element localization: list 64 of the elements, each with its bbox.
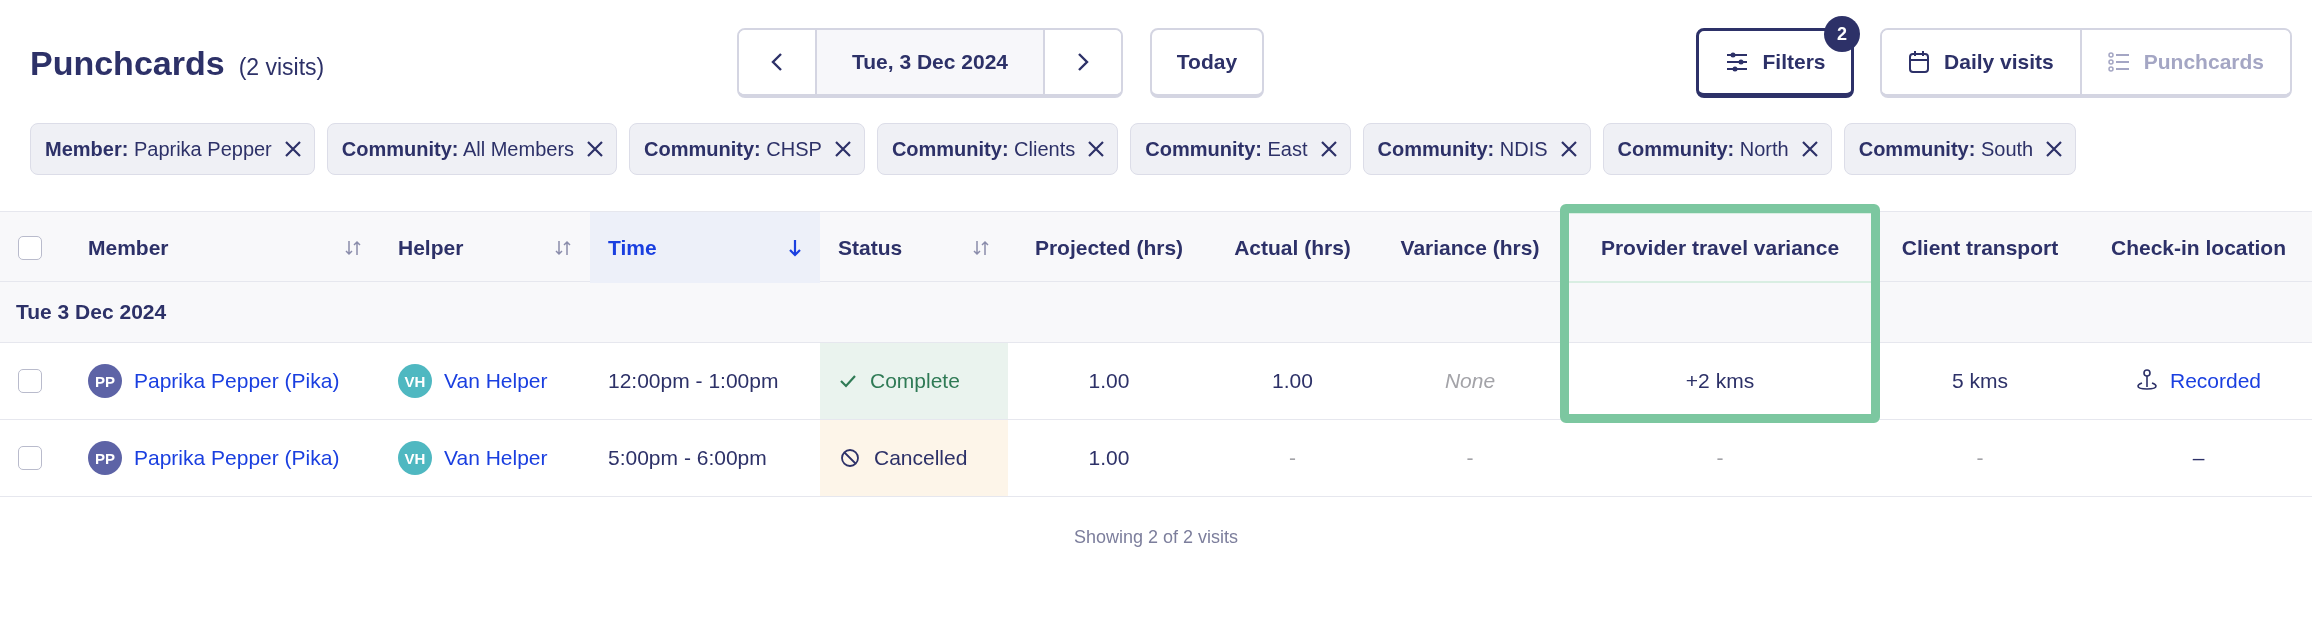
status-cell: Cancelled	[820, 420, 1008, 496]
chevron-right-icon	[1076, 51, 1090, 73]
cell-text: -	[1716, 446, 1724, 470]
sort-descending-icon[interactable]	[788, 237, 802, 258]
helper-link[interactable]: Van Helper	[444, 369, 548, 393]
avatar: PP	[88, 364, 122, 398]
page-title: Punchcards	[30, 43, 225, 83]
sort-icon[interactable]	[554, 238, 572, 257]
check-icon	[840, 374, 856, 388]
cell-text: 1.00	[1088, 369, 1130, 393]
column-header[interactable]: Actual (hrs)	[1234, 235, 1351, 260]
cell-text: 12:00pm - 1:00pm	[608, 369, 779, 393]
sort-icon[interactable]	[344, 238, 362, 257]
cell-text: +2 kms	[1685, 369, 1755, 393]
row-checkbox[interactable]	[18, 446, 42, 470]
column-header[interactable]: Helper	[398, 235, 464, 260]
select-all-checkbox[interactable]	[18, 235, 42, 260]
status-cell: Complete	[820, 343, 1008, 419]
current-date[interactable]: Tue, 3 Dec 2024	[815, 30, 1045, 94]
calendar-icon	[1908, 50, 1931, 74]
cell-text: 1.00	[1272, 369, 1313, 393]
column-header[interactable]: Variance (hrs)	[1400, 235, 1540, 260]
filter-count-badge: 2	[1824, 16, 1861, 52]
chip-label: Community: CHSP	[644, 137, 822, 161]
column-header[interactable]: Check-in location	[2111, 235, 2286, 260]
column-header[interactable]: Member	[88, 235, 169, 260]
cell-text: -	[1466, 446, 1474, 470]
column-header[interactable]: Projected (hrs)	[1034, 235, 1184, 260]
cell-text: -	[1289, 446, 1296, 470]
member-link[interactable]: Paprika Pepper (Pika)	[134, 369, 340, 393]
cell-text: -	[1976, 446, 1984, 470]
avatar: VH	[398, 441, 432, 475]
column-header[interactable]: Provider travel variance	[1600, 235, 1840, 260]
avatar: VH	[398, 364, 432, 398]
row-checkbox[interactable]	[18, 369, 42, 393]
cell-text: None	[1444, 369, 1496, 393]
recorded-link[interactable]: Recorded	[2135, 369, 2262, 393]
sort-icon[interactable]	[972, 238, 990, 257]
chip-label: Community: East	[1145, 137, 1308, 161]
cell-text: 1.00	[1088, 446, 1130, 470]
cell-text: 5:00pm - 6:00pm	[608, 446, 767, 470]
helper-link[interactable]: Van Helper	[444, 446, 548, 470]
chip-label: Member: Paprika Pepper	[45, 137, 272, 161]
chip-label: Community: North	[1617, 137, 1789, 161]
cell-text: 5 kms	[1952, 369, 2008, 393]
column-header[interactable]: Status	[838, 235, 903, 260]
column-header[interactable]: Time	[608, 235, 657, 260]
chip-label: Community: All Members	[341, 137, 575, 161]
column-header[interactable]: Client transport	[1901, 235, 2059, 260]
pin-icon	[2135, 369, 2158, 393]
member-link[interactable]: Paprika Pepper (Pika)	[134, 446, 340, 470]
chip-label: Community: Clients	[891, 137, 1076, 161]
visit-count: (2 visits)	[238, 53, 325, 81]
chevron-left-icon	[770, 51, 784, 73]
chip-label: Community: NDIS	[1377, 137, 1548, 161]
sliders-icon	[1724, 51, 1749, 73]
today-button[interactable]: Today	[1150, 28, 1264, 98]
cancel-icon	[840, 448, 860, 468]
pagination-summary: Showing 2 of 2 visits	[1073, 527, 1239, 547]
avatar: PP	[88, 441, 122, 475]
cell-text: –	[2192, 446, 2205, 470]
date-group-row: Tue 3 Dec 2024	[0, 282, 2312, 343]
chip-label: Community: South	[1858, 137, 2034, 161]
list-icon	[2107, 52, 2130, 72]
